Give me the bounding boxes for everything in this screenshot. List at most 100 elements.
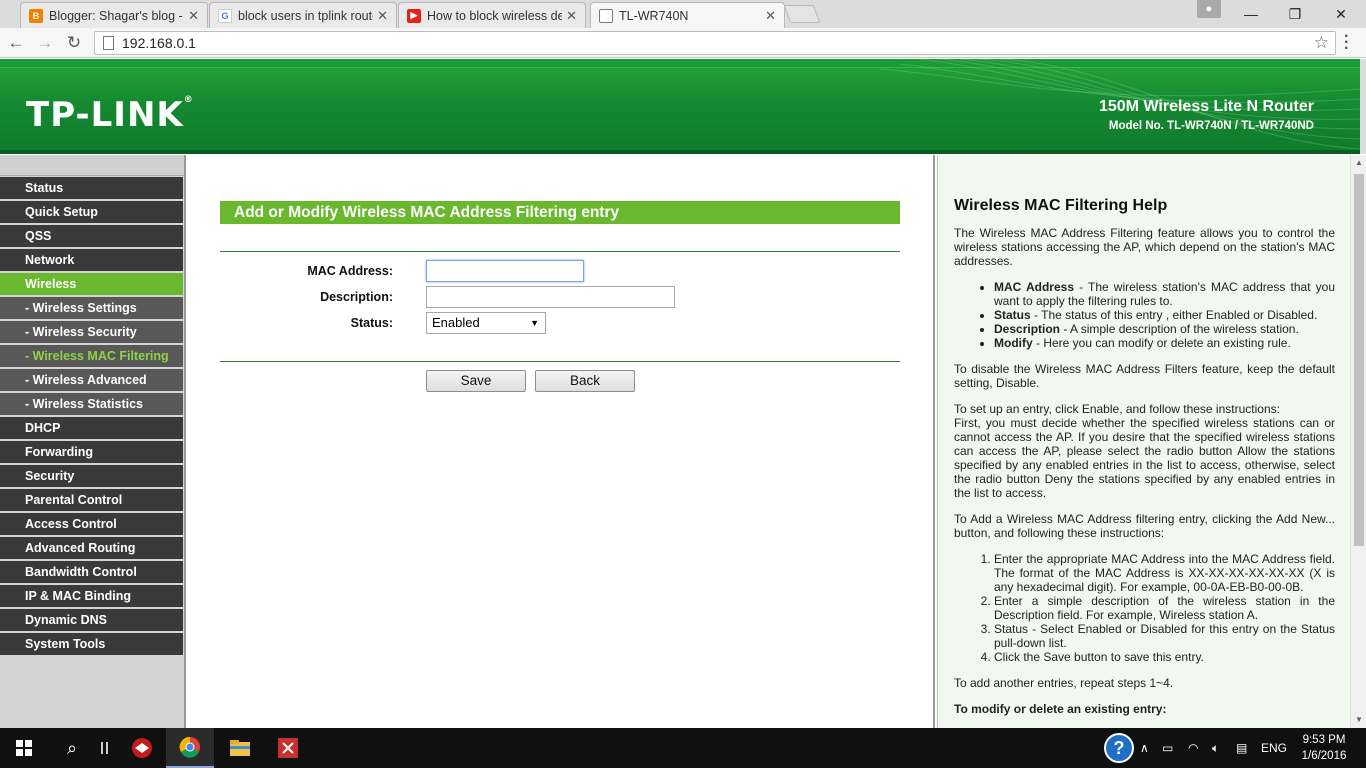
file-explorer-icon[interactable] (216, 728, 264, 768)
youtube-icon: ▶ (407, 8, 421, 23)
help-panel: Wireless MAC Filtering Help The Wireless… (937, 155, 1350, 728)
help-question-icon[interactable]: ? (1102, 728, 1136, 768)
restore-button[interactable]: ❐ (1272, 0, 1318, 28)
task-view-icon[interactable] (96, 728, 116, 768)
sidebar-item-wireless[interactable]: Wireless (0, 273, 183, 295)
sidebar-item-wireless-mac-filtering[interactable]: - Wireless MAC Filtering (0, 345, 183, 367)
form-title: Add or Modify Wireless MAC Address Filte… (220, 201, 900, 224)
help-bullet: Modify - Here you can modify or delete a… (994, 336, 1335, 350)
sidebar-item-dynamic-dns[interactable]: Dynamic DNS (0, 609, 183, 631)
forward-arrow-icon[interactable]: → (33, 31, 57, 55)
sidebar-item-wireless-statistics[interactable]: - Wireless Statistics (0, 393, 183, 415)
sidebar-item-wireless-advanced[interactable]: - Wireless Advanced (0, 369, 183, 391)
help-bullet: Description - A simple description of th… (994, 322, 1335, 336)
browser-tab-bar: B Blogger: Shagar's blog - C ✕ G block u… (0, 0, 1366, 28)
language-indicator[interactable]: ENG (1261, 728, 1287, 768)
sidebar-item-bandwidth-control[interactable]: Bandwidth Control (0, 561, 183, 583)
help-disable: To disable the Wireless MAC Address Filt… (954, 362, 1335, 390)
back-arrow-icon[interactable]: ← (4, 31, 28, 55)
help-intro: The Wireless MAC Address Filtering featu… (954, 226, 1335, 268)
windows-taskbar: ⌕ ? ∧ ▭ ◠ 🔈︎ ▤ ENG 9:53 PM 1/6/2016 (0, 728, 1366, 768)
help-setup: To set up an entry, click Enable, and fo… (954, 402, 1335, 500)
chrome-taskbar-icon[interactable] (166, 728, 214, 768)
user-profile-icon[interactable]: ● (1197, 0, 1221, 18)
help-add: To Add a Wireless MAC Address filtering … (954, 512, 1335, 540)
sidebar-item-qss[interactable]: QSS (0, 225, 183, 247)
search-icon[interactable]: ⌕ (48, 728, 96, 768)
sidebar-item-quick-setup[interactable]: Quick Setup (0, 201, 183, 223)
help-bullet-list: MAC Address - The wireless station's MAC… (994, 280, 1335, 350)
taskbar-clock[interactable]: 9:53 PM 1/6/2016 (1298, 732, 1350, 764)
notifications-icon[interactable]: ▤ (1236, 728, 1247, 768)
back-button[interactable]: Back (535, 370, 635, 392)
sidebar-item-parental-control[interactable]: Parental Control (0, 489, 183, 511)
minimize-button[interactable]: — (1228, 0, 1274, 28)
app-icon-red[interactable] (118, 728, 166, 768)
address-bar[interactable]: 192.168.0.1 ☆ (94, 31, 1336, 55)
close-icon[interactable]: ✕ (188, 8, 199, 24)
help-bullet: MAC Address - The wireless station's MAC… (994, 280, 1335, 308)
sidebar-item-security[interactable]: Security (0, 465, 183, 487)
divider (220, 361, 900, 362)
bookmark-star-icon[interactable]: ☆ (1314, 33, 1329, 53)
svg-text:?: ? (1114, 738, 1125, 758)
reload-icon[interactable]: ↻ (62, 31, 86, 55)
description-input[interactable] (426, 286, 675, 308)
url-text: 192.168.0.1 (122, 35, 196, 51)
help-step: Click the Save button to save this entry… (994, 650, 1335, 664)
sidebar-menu: Status Quick Setup QSS Network Wireless - Wir… (0, 177, 183, 657)
help-steps: Enter the appropriate MAC Address into t… (994, 552, 1335, 664)
close-icon[interactable]: ✕ (377, 8, 388, 24)
wifi-icon[interactable]: ◠ (1188, 728, 1198, 768)
new-tab-button[interactable] (783, 5, 821, 23)
sidebar-item-forwarding[interactable]: Forwarding (0, 441, 183, 463)
tp-link-logo: TP-LINK® (26, 95, 194, 135)
tab-tl-wr740n[interactable]: TL-WR740N ✕ (590, 2, 785, 28)
main-content: Add or Modify Wireless MAC Address Filte… (188, 155, 935, 728)
status-select[interactable]: Enabled ▼ (426, 312, 546, 334)
tray-chevron-up-icon[interactable]: ∧ (1140, 728, 1149, 768)
product-name: 150M Wireless Lite N Router (1098, 98, 1314, 115)
scroll-up-icon[interactable]: ▲ (1351, 155, 1366, 171)
sidebar-item-status[interactable]: Status (0, 177, 183, 199)
tab-google-search[interactable]: G block users in tplink router ✕ (209, 2, 397, 28)
scroll-down-icon[interactable]: ▼ (1351, 712, 1366, 728)
page-icon (599, 8, 613, 23)
windows-start-icon[interactable] (0, 728, 48, 768)
chrome-menu-icon[interactable]: · · · (1344, 29, 1349, 57)
scrollbar-thumb[interactable] (1354, 174, 1364, 546)
dropdown-arrow-icon: ▼ (530, 318, 539, 328)
status-label: Status: (350, 316, 393, 330)
sidebar-item-wireless-settings[interactable]: - Wireless Settings (0, 297, 183, 319)
tab-youtube[interactable]: ▶ How to block wireless dev ✕ (398, 2, 586, 28)
sidebar-item-dhcp[interactable]: DHCP (0, 417, 183, 439)
tab-blogger[interactable]: B Blogger: Shagar's blog - C ✕ (20, 2, 208, 28)
description-label: Description: (320, 290, 393, 304)
close-icon[interactable]: ✕ (765, 8, 776, 24)
sidebar-item-wireless-security[interactable]: - Wireless Security (0, 321, 183, 343)
close-icon[interactable]: ✕ (566, 8, 577, 24)
help-scrollbar[interactable]: ▲ ▼ (1350, 155, 1366, 728)
mac-address-label: MAC Address: (307, 264, 393, 278)
sidebar: Status Quick Setup QSS Network Wireless - Wir… (0, 155, 186, 728)
divider (220, 251, 900, 252)
sidebar-item-network[interactable]: Network (0, 249, 183, 271)
browser-toolbar: ← → ↻ 192.168.0.1 ☆ · · · (0, 28, 1366, 58)
page-icon (103, 36, 114, 50)
help-modify: To modify or delete an existing entry: (954, 702, 1167, 716)
sidebar-item-ip-mac-binding[interactable]: IP & MAC Binding (0, 585, 183, 607)
volume-icon[interactable]: 🔈︎ (1212, 728, 1219, 768)
help-repeat: To add another entries, repeat steps 1~4… (954, 676, 1174, 690)
help-step: Enter the appropriate MAC Address into t… (994, 552, 1335, 594)
save-button[interactable]: Save (426, 370, 526, 392)
help-step: Status - Select Enabled or Disabled for … (994, 622, 1335, 650)
sidebar-item-access-control[interactable]: Access Control (0, 513, 183, 535)
sidebar-item-system-tools[interactable]: System Tools (0, 633, 183, 655)
router-header: TP-LINK® 150M Wireless Lite N Router Mod… (0, 59, 1366, 154)
power-icon[interactable]: ▭ (1162, 728, 1173, 768)
help-bullet: Status - The status of this entry , eith… (994, 308, 1335, 322)
app-icon-pdf[interactable] (264, 728, 312, 768)
sidebar-item-advanced-routing[interactable]: Advanced Routing (0, 537, 183, 559)
close-window-button[interactable]: ✕ (1318, 0, 1364, 28)
mac-address-input[interactable] (426, 260, 584, 282)
